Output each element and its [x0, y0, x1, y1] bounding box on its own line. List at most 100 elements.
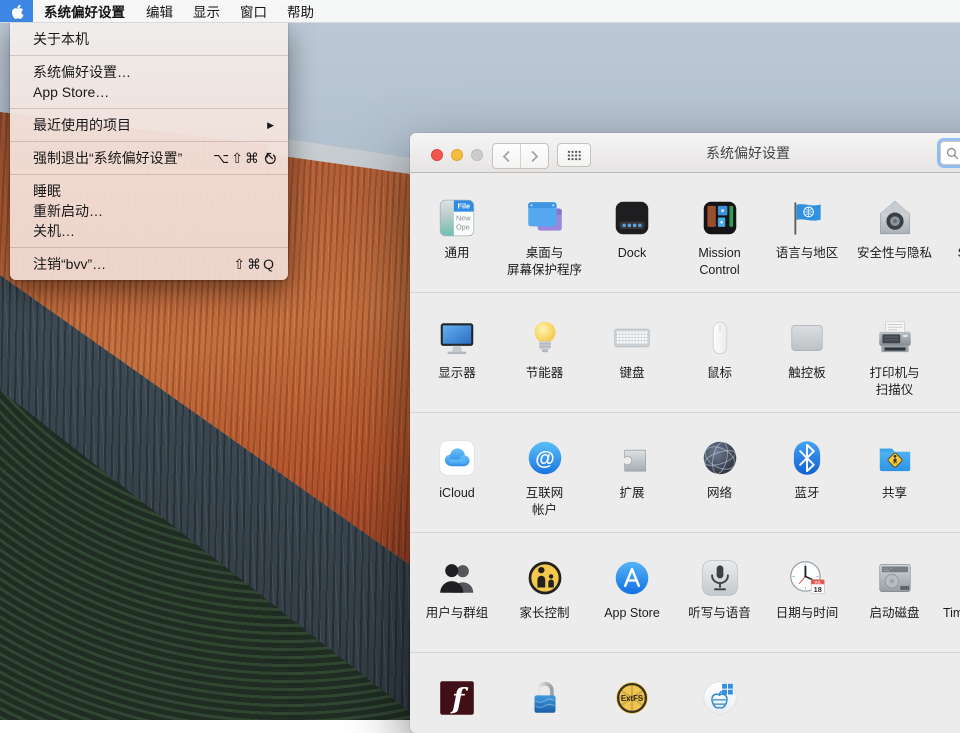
- preference-group-5: f ExtFS: [410, 653, 960, 720]
- system-preferences-window: 系统偏好设置 FileNewOpe通用桌面与 屏幕保护程序DockMission…: [410, 133, 960, 733]
- pref-dictation-speech[interactable]: 听写与语音: [676, 533, 764, 652]
- extfs-icon: ExtFS: [611, 677, 653, 719]
- apple-menu-item-8[interactable]: 强制退出“系统偏好设置”⌥⇧⌘: [10, 148, 288, 168]
- menu-item-label: 重新启动…: [33, 201, 276, 221]
- dock-icon: [611, 197, 653, 239]
- pref-icloud[interactable]: iCloud: [413, 413, 501, 532]
- general-icon: File NewOpe: [436, 197, 478, 239]
- pref-internet-accounts[interactable]: @互联网 帐户: [501, 413, 589, 532]
- apple-menu-item-1[interactable]: 关于本机: [10, 29, 288, 49]
- search-icon: [946, 147, 959, 160]
- icloud-icon: [436, 437, 478, 479]
- close-button[interactable]: [431, 149, 443, 161]
- menu-item-label: App Store…: [33, 84, 276, 100]
- search-field[interactable]: [940, 141, 960, 165]
- svg-text:@: @: [535, 448, 554, 470]
- apple-menu-item-11[interactable]: 重新启动…: [10, 201, 288, 221]
- pref-users-groups[interactable]: 用户与群组: [413, 533, 501, 652]
- pref-language-region[interactable]: 语言与地区: [763, 173, 851, 292]
- svg-text:File: File: [458, 202, 471, 211]
- svg-text:18: 18: [814, 585, 822, 594]
- menubar-item-2[interactable]: 编辑: [136, 0, 183, 22]
- pref-paragon[interactable]: [676, 653, 764, 720]
- menubar-item-1[interactable]: 系统偏好设置: [33, 0, 136, 22]
- minimize-button[interactable]: [451, 149, 463, 161]
- mission-control-icon: [699, 197, 741, 239]
- menubar-item-3[interactable]: 显示: [183, 0, 230, 22]
- startup-disk-icon: [874, 557, 916, 599]
- menubar-item-5[interactable]: 帮助: [277, 0, 324, 22]
- pref-general[interactable]: FileNewOpe通用: [413, 173, 501, 292]
- paragon-icon: [699, 677, 741, 719]
- flash-player-icon: f: [436, 677, 478, 719]
- escape-key-icon: [264, 152, 276, 164]
- pref-dock[interactable]: Dock: [588, 173, 676, 292]
- pref-app-store[interactable]: App Store: [588, 533, 676, 652]
- grid-icon: [567, 150, 582, 161]
- displays-icon: [436, 317, 478, 359]
- menu-item-label: 关机…: [33, 221, 276, 241]
- pref-displays[interactable]: 显示器: [413, 293, 501, 412]
- menu-separator: [10, 55, 288, 56]
- apple-menu-item-10[interactable]: 睡眠: [10, 181, 288, 201]
- pref-bluetooth[interactable]: 蓝牙: [763, 413, 851, 532]
- apple-menu-item-6[interactable]: 最近使用的项目▶: [10, 115, 288, 135]
- preference-group-4: 用户与群组家长控制App Store听写与语音JUL18日期与时间启动磁盘Tim…: [410, 533, 960, 653]
- apple-menu-button[interactable]: [0, 0, 33, 22]
- menu-separator: [10, 174, 288, 175]
- pref-energy-saver[interactable]: 节能器: [501, 293, 589, 412]
- submenu-arrow-icon: ▶: [267, 120, 274, 131]
- pref-flash-player[interactable]: f: [413, 653, 501, 720]
- apple-menu-item-14[interactable]: 注销“bvv”…⇧⌘Q: [10, 254, 288, 274]
- apple-icon: [10, 3, 24, 20]
- preferences-grid: FileNewOpe通用桌面与 屏幕保护程序DockMission Contro…: [410, 173, 960, 733]
- pref-desktop-screensaver[interactable]: 桌面与 屏幕保护程序: [501, 173, 589, 292]
- pref-network[interactable]: 网络: [676, 413, 764, 532]
- pref-label: 共享: [841, 485, 949, 502]
- apple-menu-item-12[interactable]: 关机…: [10, 221, 288, 241]
- security-privacy-icon: [874, 197, 916, 239]
- pref-date-time[interactable]: JUL18日期与时间: [763, 533, 851, 652]
- preference-group-1: FileNewOpe通用桌面与 屏幕保护程序DockMission Contro…: [410, 173, 960, 293]
- back-button[interactable]: [493, 144, 521, 168]
- language-region-icon: [786, 197, 828, 239]
- pref-extensions[interactable]: 扩展: [588, 413, 676, 532]
- svg-text:ExtFS: ExtFS: [621, 694, 643, 703]
- pref-spotlight[interactable]: Spotlight: [938, 173, 960, 292]
- menu-separator: [10, 108, 288, 109]
- network-icon: [699, 437, 741, 479]
- internet-accounts-icon: @: [524, 437, 566, 479]
- pref-mission-control[interactable]: Mission Control: [676, 173, 764, 292]
- chevron-right-icon: [530, 150, 539, 163]
- pref-keyboard[interactable]: 键盘: [588, 293, 676, 412]
- svg-text:New: New: [456, 214, 471, 223]
- forward-button[interactable]: [521, 144, 548, 168]
- menubar-item-4[interactable]: 窗口: [230, 0, 277, 22]
- pref-printers-scanners[interactable]: 打印机与 扫描仪: [851, 293, 939, 412]
- navigation-buttons: [492, 143, 549, 169]
- preference-group-2: 显示器节能器键盘鼠标触控板打印机与 扫描仪: [410, 293, 960, 413]
- pref-lock[interactable]: [501, 653, 589, 720]
- apple-menu-item-4[interactable]: App Store…: [10, 82, 288, 102]
- printers-scanners-icon: [874, 317, 916, 359]
- pref-sharing[interactable]: 共享: [851, 413, 939, 532]
- svg-text:Ope: Ope: [456, 223, 470, 232]
- menu-item-label: 注销“bvv”…: [33, 254, 233, 274]
- pref-label: Spotlight: [928, 245, 960, 262]
- pref-mouse[interactable]: 鼠标: [676, 293, 764, 412]
- apple-menu-item-3[interactable]: 系统偏好设置…: [10, 62, 288, 82]
- pref-time-machine[interactable]: Time Machine: [938, 533, 960, 652]
- pref-parental-controls[interactable]: 家长控制: [501, 533, 589, 652]
- chevron-left-icon: [502, 150, 511, 163]
- menu-item-shortcut: ⌥⇧⌘: [213, 150, 276, 167]
- mouse-icon: [699, 317, 741, 359]
- menu-item-label: 关于本机: [33, 29, 276, 49]
- window-titlebar[interactable]: 系统偏好设置: [410, 133, 960, 173]
- pref-trackpad[interactable]: 触控板: [763, 293, 851, 412]
- pref-startup-disk[interactable]: 启动磁盘: [851, 533, 939, 652]
- pref-security-privacy[interactable]: 安全性与隐私: [851, 173, 939, 292]
- pref-extfs[interactable]: ExtFS: [588, 653, 676, 720]
- show-all-button[interactable]: [557, 143, 591, 167]
- sharing-icon: [874, 437, 916, 479]
- menu-separator: [10, 247, 288, 248]
